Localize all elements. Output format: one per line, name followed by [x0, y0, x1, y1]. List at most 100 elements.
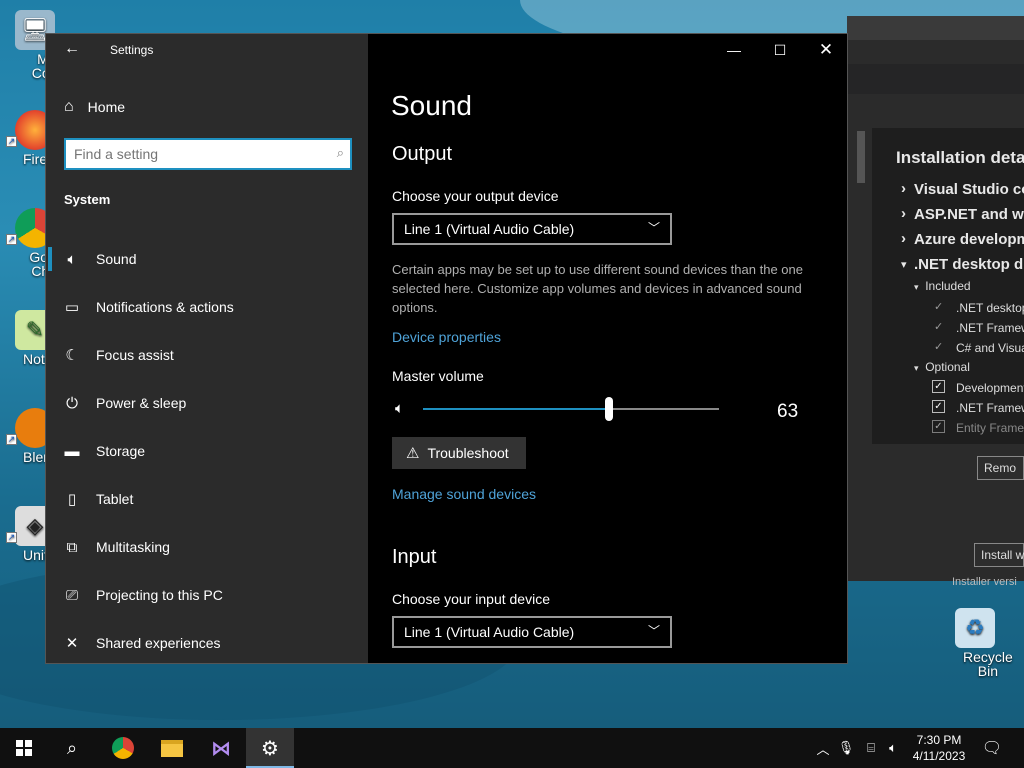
vs-optional-checkbox[interactable]: ✓ [932, 420, 945, 433]
system-section-label: System [64, 192, 111, 207]
vs-remove-button[interactable]: Remo [977, 456, 1024, 480]
shortcut-arrow-icon: ↗ [6, 234, 17, 245]
vs-installer-window [847, 16, 1024, 581]
sound-settings-content: — ☐ ✕ Sound Output Choose your output de… [369, 34, 849, 663]
taskbar-settings-button[interactable]: ⚙ [246, 728, 294, 768]
vs-install-while-downloading-dropdown[interactable]: Install wh [974, 543, 1024, 567]
vs-included-item: C# and Visua [956, 341, 1024, 355]
windows-logo-icon [16, 740, 32, 756]
file-explorer-icon [161, 739, 183, 757]
vs-optional-item: .NET Framew [956, 401, 1024, 415]
settings-app-title: Settings [110, 43, 154, 57]
sidebar-item-tablet[interactable]: ▯ Tablet [46, 477, 368, 521]
vs-workload-item[interactable]: Visual Studio co [901, 180, 1024, 198]
taskbar-clock[interactable]: 7:30 PM 4/11/2023 [908, 732, 970, 764]
output-heading: Output [392, 143, 453, 165]
sidebar-item-label: Multitasking [96, 539, 170, 555]
master-volume-value: 63 [777, 401, 799, 422]
volume-tray-icon[interactable]: 🔈︎ [884, 728, 902, 768]
chevron-down-icon: ﹀ [647, 624, 660, 638]
taskbar-visual-studio-button[interactable]: ⋈ [197, 728, 245, 768]
taskbar-file-explorer-button[interactable] [148, 728, 196, 768]
close-button[interactable]: ✕ [803, 34, 849, 66]
back-arrow-icon[interactable]: ← [64, 40, 84, 60]
sidebar-item-focus-assist[interactable]: ☾ Focus assist [46, 333, 368, 377]
check-icon: ✓ [934, 301, 944, 313]
vs-included-item: .NET Framew [956, 321, 1024, 335]
vs-workload-item[interactable]: .NET desktop d [901, 256, 1023, 273]
chrome-icon [112, 737, 134, 759]
taskbar-search-button[interactable]: ⌕ [48, 728, 96, 768]
vs-installer-scrollbar[interactable] [857, 131, 865, 183]
vs-optional-checkbox[interactable]: ✓ [932, 380, 945, 393]
master-volume-slider[interactable] [423, 397, 719, 421]
manage-sound-devices-link[interactable]: Manage sound devices [392, 486, 536, 502]
vs-workload-item[interactable]: Azure developm [901, 230, 1024, 248]
sidebar-item-label: Power & sleep [96, 395, 187, 411]
notification-center-button[interactable]: 🗨︎ [980, 728, 1004, 768]
vs-optional-item: Entity Framew [956, 421, 1024, 435]
visual-studio-icon: ⋈ [211, 737, 231, 760]
shared-experiences-icon: ✕ [65, 635, 79, 652]
microphone-icon[interactable]: 🎙︎ [838, 728, 855, 768]
chevron-down-icon: ﹀ [647, 221, 660, 235]
vs-installer-header [847, 64, 1024, 94]
master-volume-fill [423, 408, 609, 410]
search-input[interactable] [66, 140, 350, 168]
taskbar-chrome-button[interactable] [99, 728, 147, 768]
notifications-icon: ▭ [64, 299, 80, 316]
multitasking-icon: ⧉ [66, 538, 78, 556]
taskbar: ⌕ ⋈ ⚙ ︿ 🎙︎ ⌸ 🔈︎ 7:30 PM 4/11/2023 🗨︎ [0, 728, 1024, 768]
master-volume-thumb[interactable] [605, 397, 613, 421]
vs-optional-item: Development [956, 381, 1024, 395]
page-title: Sound [391, 90, 472, 121]
master-volume-label: Master volume [392, 368, 484, 384]
sidebar-item-multitasking[interactable]: ⧉ Multitasking [46, 525, 368, 569]
sidebar-item-storage[interactable]: ▬ Storage [46, 429, 368, 473]
home-nav-item[interactable]: ⌂ Home [64, 98, 125, 116]
troubleshoot-button[interactable]: ⚠ Troubleshoot [392, 437, 526, 469]
device-properties-link[interactable]: Device properties [392, 329, 501, 345]
storage-icon: ▬ [64, 442, 80, 460]
clock-date: 4/11/2023 [912, 749, 966, 763]
maximize-button[interactable]: ☐ [757, 34, 803, 66]
sidebar-item-shared-experiences[interactable]: ✕ Shared experiences [46, 621, 368, 665]
output-device-description: Certain apps may be set up to use differ… [392, 262, 803, 315]
start-button[interactable] [0, 728, 48, 768]
sidebar-item-projecting[interactable]: ⎚ Projecting to this PC [46, 573, 368, 617]
vs-optional-checkbox[interactable]: ✓ [932, 400, 945, 413]
vs-included-label: ▾ Included [914, 279, 971, 293]
vs-installation-details-title: Installation deta [896, 148, 1024, 167]
minimize-button[interactable]: — [711, 34, 757, 66]
sidebar-item-notifications[interactable]: ▭ Notifications & actions [46, 285, 368, 329]
search-icon: ⌕ [66, 737, 78, 758]
moon-icon: ☾ [65, 347, 79, 364]
check-icon: ✓ [934, 321, 944, 333]
vs-installer-version: Installer versi [952, 576, 1017, 588]
input-device-dropdown[interactable]: Line 1 (Virtual Audio Cable) ﹀ [392, 616, 672, 648]
sidebar-item-label: Tablet [96, 491, 134, 507]
output-device-dropdown[interactable]: Line 1 (Virtual Audio Cable) ﹀ [392, 213, 672, 245]
search-icon[interactable]: ⌕ [337, 145, 344, 161]
desktop-icon-recycle-bin[interactable]: ♻ Recycle Bin [940, 608, 1013, 678]
show-hidden-icons-button[interactable]: ︿ [814, 728, 832, 768]
power-icon: ⏻ [66, 394, 78, 412]
projecting-icon: ⎚ [65, 586, 78, 604]
sidebar-item-sound[interactable]: 🔈︎ Sound [46, 237, 368, 281]
speaker-icon: 🔈︎ [67, 250, 77, 268]
network-icon[interactable]: ⌸ [861, 728, 881, 768]
vs-installer-titlebar [847, 16, 1024, 40]
speaker-icon[interactable]: 🔈︎ [395, 400, 404, 417]
settings-search-box[interactable]: ⌕ [64, 138, 352, 170]
vs-workload-item[interactable]: ASP.NET and we [901, 205, 1024, 223]
shortcut-arrow-icon: ↗ [6, 532, 17, 543]
home-label: Home [87, 99, 126, 115]
input-device-value: Line 1 (Virtual Audio Cable) [404, 624, 575, 640]
clock-time: 7:30 PM [916, 733, 962, 747]
sidebar-item-label: Shared experiences [96, 635, 221, 651]
sidebar-item-label: Storage [96, 443, 146, 459]
settings-sidebar: ← Settings ⌂ Home ⌕ System 🔈︎ Sound ▭ No… [46, 34, 368, 663]
sidebar-item-label: Sound [96, 251, 137, 267]
sidebar-item-power-sleep[interactable]: ⏻ Power & sleep [46, 381, 368, 425]
sidebar-item-label: Focus assist [96, 347, 174, 363]
